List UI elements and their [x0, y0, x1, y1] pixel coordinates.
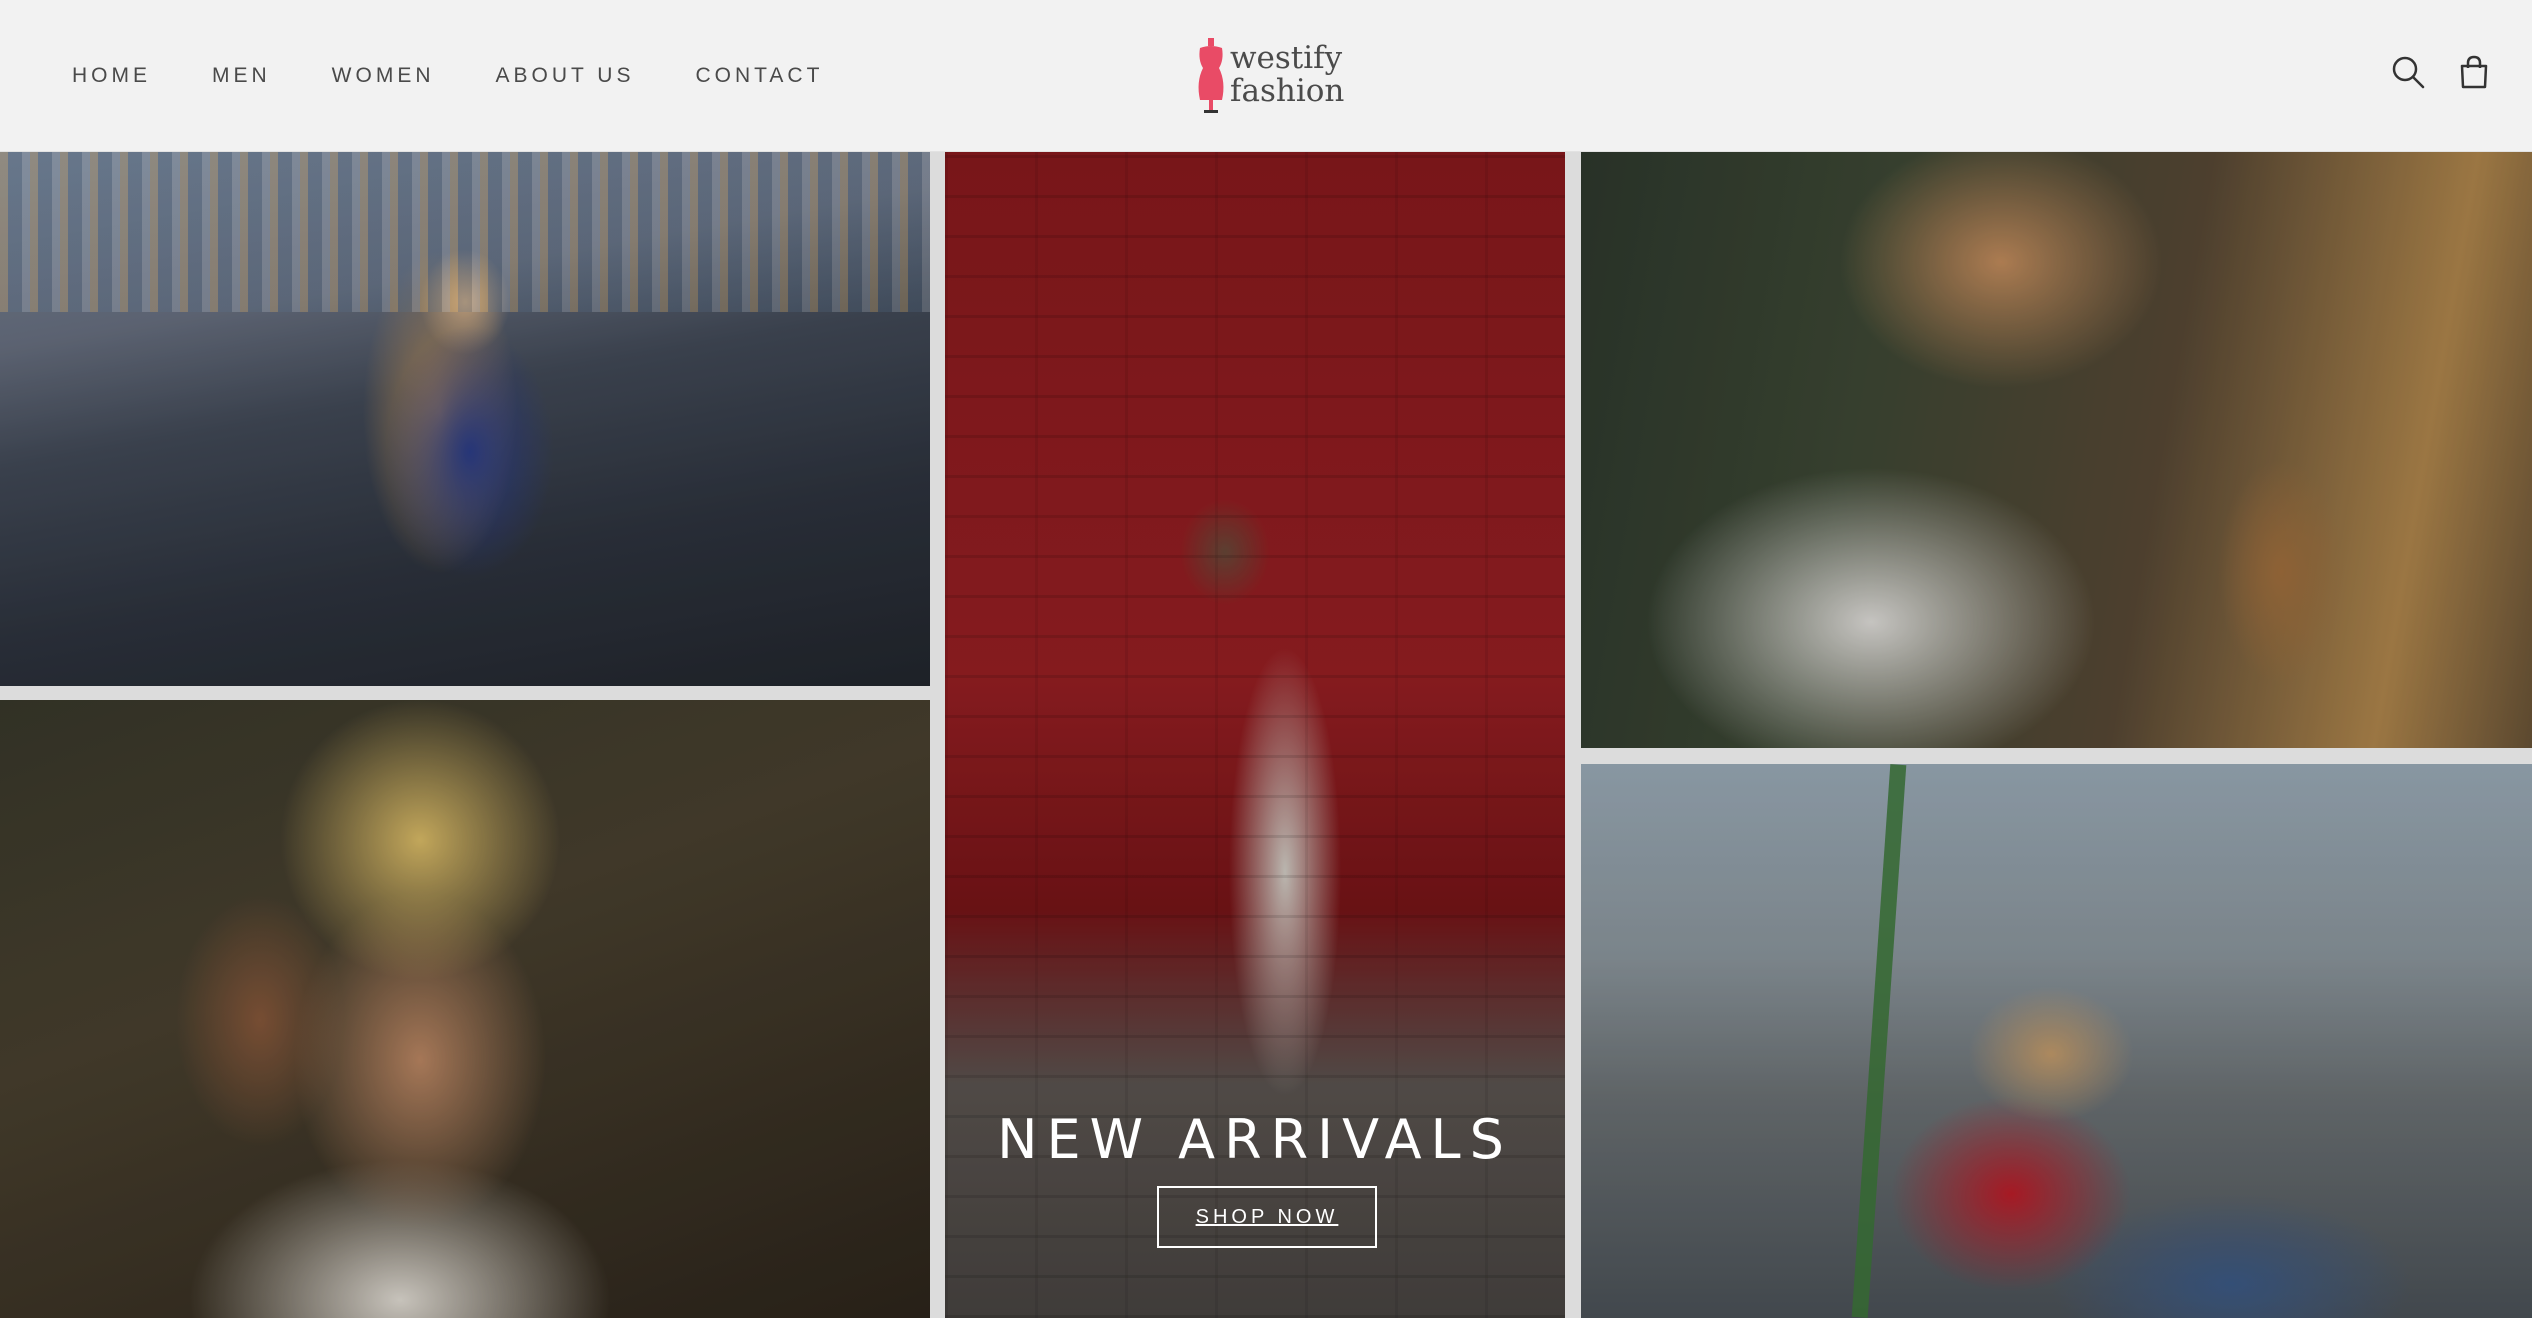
logo-line-2: fashion: [1230, 73, 1345, 109]
main-nav: HOME MEN WOMEN ABOUT US CONTACT: [72, 0, 884, 151]
nav-men-link[interactable]: MEN: [212, 64, 271, 88]
shopping-bag-icon[interactable]: [2456, 54, 2492, 90]
nav-about-us-link[interactable]: ABOUT US: [496, 64, 635, 88]
gallery-photo-woman-blue-shirt[interactable]: [0, 152, 930, 686]
nav-home-link[interactable]: HOME: [72, 64, 151, 88]
dress-form-icon: [1198, 38, 1224, 113]
nav-women-link[interactable]: WOMEN: [332, 64, 435, 88]
logo[interactable]: westify fashion: [1194, 38, 1344, 118]
logo-text: westify fashion: [1230, 42, 1344, 108]
gallery-photo-woman-red-top[interactable]: [1581, 764, 2532, 1318]
gallery-photo-man-sunglasses[interactable]: [1581, 152, 2532, 748]
header-icons: [2390, 54, 2492, 90]
gallery-photo-couple-sunglasses[interactable]: [0, 700, 930, 1318]
search-icon[interactable]: [2390, 54, 2426, 90]
hero-title: NEW ARRIVALS: [997, 1108, 1513, 1172]
site-header: HOME MEN WOMEN ABOUT US CONTACT westify …: [0, 0, 2532, 152]
nav-contact-link[interactable]: CONTACT: [695, 64, 823, 88]
shop-now-button[interactable]: SHOP NOW: [1157, 1186, 1377, 1248]
logo-line-1: westify: [1230, 40, 1343, 76]
